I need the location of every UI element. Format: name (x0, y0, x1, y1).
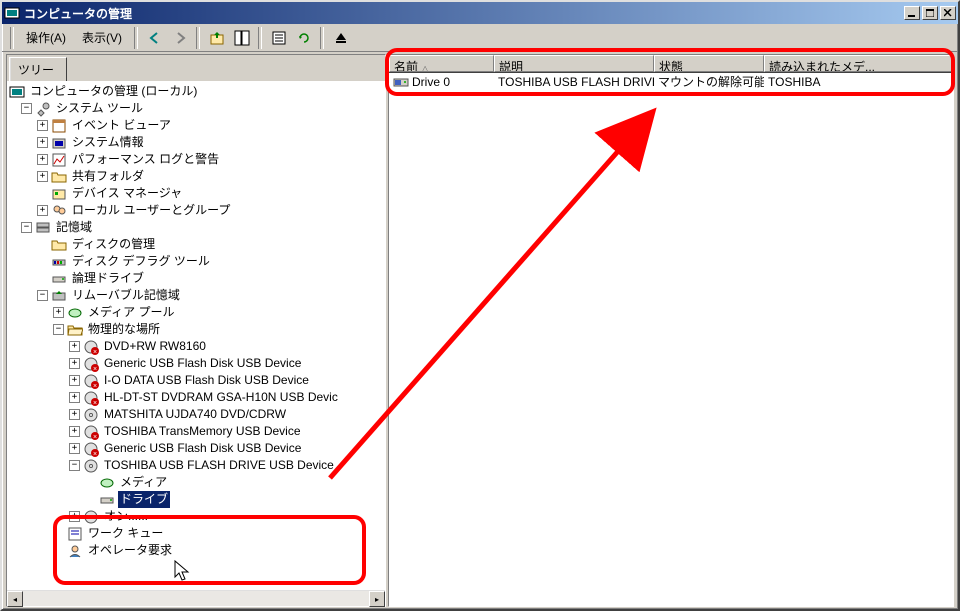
tree-removable[interactable]: −リムーバブル記憶域 (9, 287, 383, 304)
scroll-right-button[interactable]: ▸ (369, 591, 385, 607)
disc-error-icon: × (83, 441, 99, 457)
tree-perflog[interactable]: +パフォーマンス ログと警告 (9, 151, 383, 168)
media-icon (99, 475, 115, 491)
column-name[interactable]: 名前△ (389, 55, 494, 72)
disc-icon (83, 407, 99, 423)
scroll-left-button[interactable]: ◂ (7, 591, 23, 607)
workqueue-icon (67, 526, 83, 542)
tree-shared[interactable]: +共有フォルダ (9, 168, 383, 185)
removable-icon (51, 288, 67, 304)
tree-drive[interactable]: ドライブ (9, 491, 383, 508)
forward-button[interactable] (168, 27, 191, 49)
list-row[interactable]: Drive 0 TOSHIBA USB FLASH DRIVE ... マウント… (389, 73, 953, 90)
titlebar[interactable]: コンピュータの管理 (2, 2, 958, 24)
window-title: コンピュータの管理 (24, 5, 902, 22)
svg-text:×: × (93, 451, 97, 457)
perflog-icon (51, 152, 67, 168)
tree-dev-iodata[interactable]: +×I-O DATA USB Flash Disk USB Device (9, 372, 383, 389)
tree-sysinfo[interactable]: +システム情報 (9, 134, 383, 151)
tree-storage[interactable]: −記憶域 (9, 219, 383, 236)
refresh-button[interactable] (292, 27, 315, 49)
disc-icon (83, 458, 99, 474)
column-desc[interactable]: 説明 (494, 55, 654, 72)
sysinfo-icon (51, 135, 67, 151)
tree-dev-generic1[interactable]: +×Generic USB Flash Disk USB Device (9, 355, 383, 372)
operator-icon (67, 543, 83, 559)
drive-icon (51, 271, 67, 287)
list-pane: 名前△ 説明 状態 読み込まれたメデ... Drive 0 TOSHIBA US… (388, 54, 954, 607)
disc-icon (83, 509, 99, 525)
tree-dev-generic2[interactable]: +×Generic USB Flash Disk USB Device (9, 440, 383, 457)
tree-localusr[interactable]: +ローカル ユーザーとグループ (9, 202, 383, 219)
list-header: 名前△ 説明 状態 読み込まれたメデ... (389, 55, 953, 73)
toolbar: 操作(A) 表示(V) (2, 24, 958, 52)
folder-open-icon (67, 322, 83, 338)
maximize-button[interactable] (922, 6, 938, 20)
tree-logical[interactable]: 論理ドライブ (9, 270, 383, 287)
tree-obscured[interactable]: +オン...... (9, 508, 383, 525)
cell-desc: TOSHIBA USB FLASH DRIVE ... (494, 75, 654, 89)
defrag-icon (51, 254, 67, 270)
list-body[interactable]: Drive 0 TOSHIBA USB FLASH DRIVE ... マウント… (389, 73, 953, 606)
svg-text:×: × (93, 349, 97, 355)
disc-error-icon: × (83, 373, 99, 389)
cell-name: Drive 0 (412, 75, 450, 89)
tree-view[interactable]: コンピュータの管理 (ローカル) −システム ツール +イベント ビューア +シ… (7, 81, 385, 590)
menu-view[interactable]: 表示(V) (74, 26, 130, 49)
tree-dev-hldtst[interactable]: +×HL-DT-ST DVDRAM GSA-H10N USB Devic (9, 389, 383, 406)
tree-tab[interactable]: ツリー (9, 57, 67, 81)
tree-defrag[interactable]: ディスク デフラグ ツール (9, 253, 383, 270)
disc-error-icon: × (83, 424, 99, 440)
tree-mediapool[interactable]: +メディア プール (9, 304, 383, 321)
app-icon (4, 5, 20, 21)
show-hide-tree-button[interactable] (230, 27, 253, 49)
back-button[interactable] (143, 27, 166, 49)
tree-diskmgmt[interactable]: ディスクの管理 (9, 236, 383, 253)
up-button[interactable] (205, 27, 228, 49)
cursor-icon (173, 559, 197, 583)
tree-dev-transmem[interactable]: +×TOSHIBA TransMemory USB Device (9, 423, 383, 440)
tree-dev-toshiba-usb[interactable]: −TOSHIBA USB FLASH DRIVE USB Device (9, 457, 383, 474)
svg-text:×: × (93, 400, 97, 406)
tools-icon (35, 101, 51, 117)
column-state[interactable]: 状態 (654, 55, 764, 72)
svg-text:×: × (93, 366, 97, 372)
users-icon (51, 203, 67, 219)
computer-icon (9, 84, 25, 100)
tree-operator[interactable]: オペレータ要求 (9, 542, 383, 559)
cell-state: マウントの解除可能 (654, 73, 764, 90)
devmgr-icon (51, 186, 67, 202)
tree-eventviewer[interactable]: +イベント ビューア (9, 117, 383, 134)
tree-physloc[interactable]: −物理的な場所 (9, 321, 383, 338)
cell-loaded: TOSHIBA (764, 75, 953, 89)
storage-icon (35, 220, 51, 236)
tree-media[interactable]: メディア (9, 474, 383, 491)
svg-text:×: × (93, 434, 97, 440)
tree-workqueue[interactable]: ワーク キュー (9, 525, 383, 542)
tree-dev-matshita[interactable]: +MATSHITA UJDA740 DVD/CDRW (9, 406, 383, 423)
tree-devmgr[interactable]: デバイス マネージャ (9, 185, 383, 202)
disc-error-icon: × (83, 339, 99, 355)
menu-action[interactable]: 操作(A) (18, 26, 74, 49)
disc-error-icon: × (83, 356, 99, 372)
drive-icon (99, 492, 115, 508)
mediapool-icon (67, 305, 83, 321)
drive-icon (393, 74, 409, 90)
eject-button[interactable] (329, 27, 352, 49)
sort-asc-icon: △ (422, 64, 428, 72)
column-loaded[interactable]: 読み込まれたメデ... (764, 55, 953, 72)
tree-systools[interactable]: −システム ツール (9, 100, 383, 117)
svg-text:×: × (93, 383, 97, 389)
close-button[interactable] (940, 6, 956, 20)
folder-icon (51, 169, 67, 185)
horizontal-scrollbar[interactable]: ◂ ▸ (7, 590, 385, 606)
tree-dev-dvdrw[interactable]: +×DVD+RW RW8160 (9, 338, 383, 355)
disc-error-icon: × (83, 390, 99, 406)
properties-button[interactable] (267, 27, 290, 49)
eventviewer-icon (51, 118, 67, 134)
tree-root[interactable]: コンピュータの管理 (ローカル) (9, 83, 383, 100)
folder-icon (51, 237, 67, 253)
minimize-button[interactable] (904, 6, 920, 20)
tree-pane: ツリー コンピュータの管理 (ローカル) −システム ツール +イベント ビュー… (6, 54, 386, 607)
